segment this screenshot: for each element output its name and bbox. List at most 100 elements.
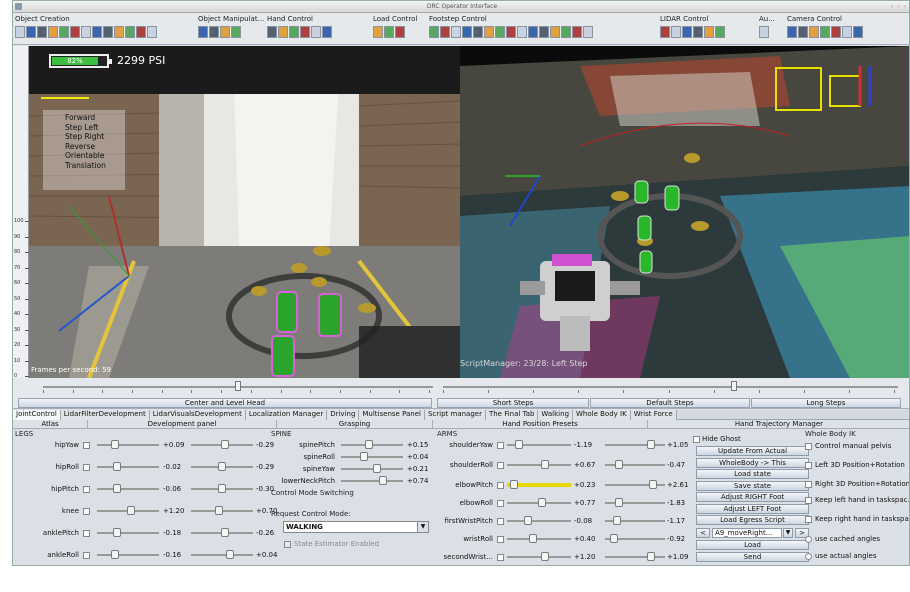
ik-option-checkbox[interactable] bbox=[805, 481, 812, 488]
arm-joint-checkbox[interactable] bbox=[497, 500, 504, 507]
joint-checkbox[interactable] bbox=[83, 464, 90, 471]
arm-limit-slider-wristroll[interactable] bbox=[605, 534, 665, 544]
slider-knob[interactable] bbox=[126, 506, 135, 515]
ik-option-checkbox[interactable] bbox=[805, 443, 812, 450]
joint-checkbox[interactable] bbox=[83, 508, 90, 515]
toolbar-tool-icon[interactable] bbox=[704, 26, 714, 38]
toolbar-tool-icon[interactable] bbox=[198, 26, 208, 38]
toolbar-tool-icon[interactable] bbox=[373, 26, 383, 38]
toolbar-tool-icon[interactable] bbox=[831, 26, 841, 38]
toolbar-tool-icon[interactable] bbox=[103, 26, 113, 38]
tab-driving[interactable]: Driving bbox=[327, 410, 360, 420]
joint-limit-slider-knee[interactable] bbox=[191, 506, 253, 516]
toolbar-tool-icon[interactable] bbox=[809, 26, 819, 38]
arm-slider-secondwrist[interactable] bbox=[507, 552, 571, 562]
toolbar-tool-icon[interactable] bbox=[853, 26, 863, 38]
slider-knob[interactable] bbox=[113, 528, 122, 537]
slider-knob[interactable] bbox=[226, 550, 235, 559]
ik-radio-use-cached-angles[interactable] bbox=[805, 536, 812, 543]
head-slider[interactable] bbox=[43, 381, 433, 393]
joint-limit-slider-anklepitch[interactable] bbox=[191, 528, 253, 538]
subtab-hand-trajectory-manager[interactable]: Hand Trajectory Manager bbox=[648, 420, 909, 429]
tab-lidarvisualsdevelopment[interactable]: LidarVisualsDevelopment bbox=[149, 410, 246, 420]
arm-limit-slider-secondwrist[interactable] bbox=[605, 552, 665, 562]
toolbar-tool-icon[interactable] bbox=[15, 26, 25, 38]
hide-ghost-checkbox[interactable] bbox=[693, 436, 700, 443]
spine-slider-spineroll[interactable] bbox=[341, 452, 403, 462]
slider-knob[interactable] bbox=[540, 552, 549, 561]
slider-knob[interactable] bbox=[646, 552, 655, 561]
slider-knob[interactable] bbox=[615, 460, 624, 469]
joint-checkbox[interactable] bbox=[83, 552, 90, 559]
load-script-button[interactable]: Load bbox=[696, 540, 809, 550]
joint-limit-slider-hiproll[interactable] bbox=[191, 462, 253, 472]
toolbar-tool-icon[interactable] bbox=[660, 26, 670, 38]
arm-limit-slider-shoulderyaw[interactable] bbox=[605, 440, 665, 450]
load-egress-script-button[interactable]: Load Egress Script bbox=[696, 515, 809, 525]
ik-radio-use-actual-angles[interactable] bbox=[805, 553, 812, 560]
toolbar-tool-icon[interactable] bbox=[682, 26, 692, 38]
toolbar-tool-icon[interactable] bbox=[528, 26, 538, 38]
tab-whole-body-ik[interactable]: Whole Body IK bbox=[573, 410, 631, 420]
ik-option-checkbox[interactable] bbox=[805, 462, 812, 469]
joint-limit-slider-hipyaw[interactable] bbox=[191, 440, 253, 450]
control-mode-dropdown[interactable]: WALKING ▼ bbox=[283, 521, 429, 533]
arm-limit-slider-firstwristpitch[interactable] bbox=[605, 516, 665, 526]
toolbar-tool-icon[interactable] bbox=[462, 26, 472, 38]
gait-option-step-right[interactable]: Step Right bbox=[65, 132, 125, 142]
window-controls[interactable]: ◦ ◦ ◦ bbox=[890, 3, 907, 11]
toolbar-tool-icon[interactable] bbox=[125, 26, 135, 38]
joint-slider-ankleroll[interactable] bbox=[97, 550, 159, 560]
gait-option-translation[interactable]: Translation bbox=[65, 161, 125, 171]
adjust-right-foot-button[interactable]: Adjust RIGHT Foot bbox=[696, 492, 809, 502]
gait-option-step-left[interactable]: Step Left bbox=[65, 123, 125, 133]
prev-script-button[interactable]: < bbox=[696, 528, 710, 538]
joint-slider-hippitch[interactable] bbox=[97, 484, 159, 494]
toolbar-tool-icon[interactable] bbox=[429, 26, 439, 38]
arm-joint-checkbox[interactable] bbox=[497, 518, 504, 525]
joint-slider-knee[interactable] bbox=[97, 506, 159, 516]
tab-walking[interactable]: Walking bbox=[538, 410, 574, 420]
slider-knob[interactable] bbox=[365, 440, 374, 449]
subtab-atlas[interactable]: Atlas bbox=[13, 420, 88, 429]
toolbar-tool-icon[interactable] bbox=[572, 26, 582, 38]
toolbar-tool-icon[interactable] bbox=[70, 26, 80, 38]
toolbar-tool-icon[interactable] bbox=[289, 26, 299, 38]
toolbar-tool-icon[interactable] bbox=[136, 26, 146, 38]
toolbar-tool-icon[interactable] bbox=[820, 26, 830, 38]
arm-slider-elbowroll[interactable] bbox=[507, 498, 571, 508]
script-select-chevron-down-icon[interactable]: ▼ bbox=[783, 528, 793, 538]
slider-knob[interactable] bbox=[113, 484, 122, 493]
slider-knob[interactable] bbox=[612, 516, 621, 525]
joint-limit-slider-ankleroll[interactable] bbox=[191, 550, 253, 560]
script-select[interactable]: A9_moveRight... bbox=[712, 528, 782, 538]
step-length-slider[interactable] bbox=[443, 381, 898, 393]
joint-checkbox[interactable] bbox=[83, 486, 90, 493]
joint-limit-slider-hippitch[interactable] bbox=[191, 484, 253, 494]
slider-knob[interactable] bbox=[218, 462, 226, 471]
subtab-hand-position-presets[interactable]: Hand Position Presets bbox=[433, 420, 648, 429]
joint-checkbox[interactable] bbox=[83, 442, 90, 449]
toolbar-tool-icon[interactable] bbox=[267, 26, 277, 38]
arm-slider-shoulderroll[interactable] bbox=[507, 460, 571, 470]
load-state-button[interactable]: Load state bbox=[696, 469, 809, 479]
gait-option-orientable[interactable]: Orientable bbox=[65, 151, 125, 161]
adjust-left-foot-button[interactable]: Adjust LEFT Foot bbox=[696, 503, 809, 514]
toolbar-tool-icon[interactable] bbox=[384, 26, 394, 38]
slider-knob[interactable] bbox=[110, 550, 119, 559]
short-steps-button[interactable]: Short Steps bbox=[437, 398, 589, 408]
joint-checkbox[interactable] bbox=[83, 530, 90, 537]
slider-knob[interactable] bbox=[110, 440, 119, 449]
subtab-development-panel[interactable]: Development panel bbox=[88, 420, 277, 429]
slider-knob[interactable] bbox=[649, 480, 658, 489]
arm-joint-checkbox[interactable] bbox=[497, 536, 504, 543]
toolbar-tool-icon[interactable] bbox=[311, 26, 321, 38]
wholebody-this-button[interactable]: WholeBody -> This bbox=[696, 457, 809, 468]
tab-the-final-tab[interactable]: The Final Tab bbox=[485, 410, 539, 420]
spine-slider-spinepitch[interactable] bbox=[341, 440, 403, 450]
slider-knob[interactable] bbox=[529, 534, 538, 543]
slider-knob[interactable] bbox=[537, 498, 546, 507]
arm-joint-checkbox[interactable] bbox=[497, 554, 504, 561]
slider-knob[interactable] bbox=[509, 480, 518, 489]
toolbar-tool-icon[interactable] bbox=[48, 26, 58, 38]
